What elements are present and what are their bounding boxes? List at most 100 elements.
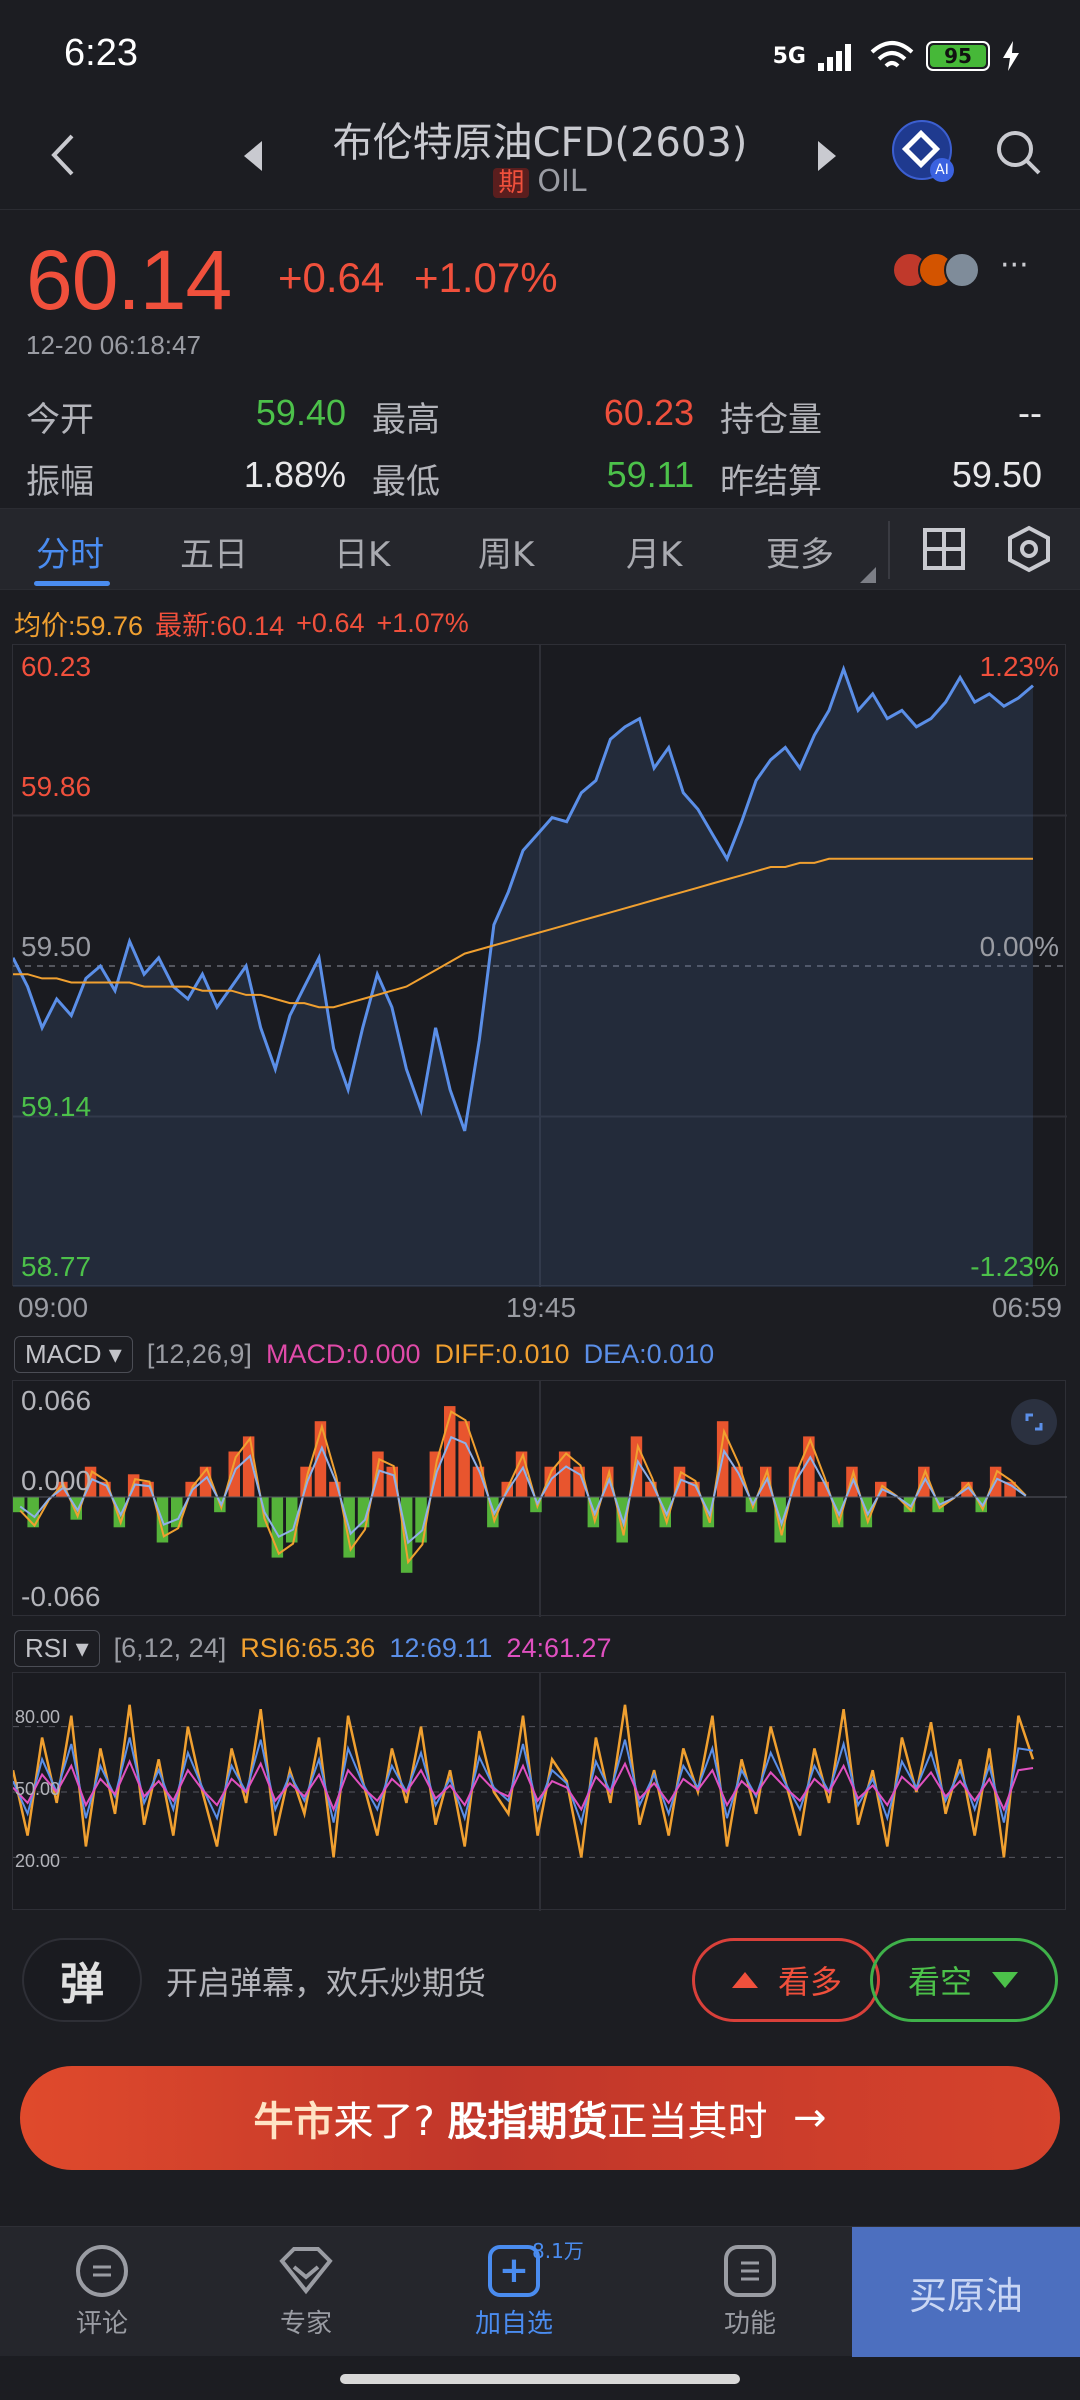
network-label: 5G — [772, 43, 806, 69]
tab-weekly-k[interactable]: 周K — [478, 527, 534, 576]
tab-monthly-k[interactable]: 月K — [626, 527, 682, 576]
rsi6-value: RSI6:65.36 — [240, 1633, 376, 1663]
ai-assistant-icon[interactable]: AI — [892, 120, 954, 182]
battery-icon: 95 — [926, 41, 990, 71]
macd-value: MACD:0.000 — [265, 1339, 421, 1369]
quote-panel: 60.14 +0.64 +1.07% 12-20 06:18:47 ··· 今开… — [0, 212, 1080, 512]
macd-legend: MACD ▾ [12,26,9] MACD:0.000 DIFF:0.010 D… — [14, 1336, 714, 1373]
danmu-prompt[interactable]: 开启弹幕，欢乐炒期货 — [166, 1958, 486, 2004]
y-tick-mid: 59.50 — [21, 931, 92, 962]
ai-badge: AI — [930, 158, 954, 182]
status-time: 6:23 — [64, 32, 138, 74]
home-indicator[interactable] — [340, 2374, 740, 2384]
settings-hex-icon[interactable] — [1006, 525, 1052, 573]
y-right-tick-mid: 0.00% — [979, 931, 1059, 962]
nav-expert[interactable]: 专家 — [226, 2227, 386, 2357]
tab-intraday[interactable]: 分时 — [36, 527, 104, 576]
promo-banner[interactable]: 牛市 来了? 股指期货 正当其时 → — [20, 2066, 1060, 2170]
last-price: 60.14 — [26, 233, 232, 327]
rsi-chart[interactable]: 80.00 50.00 20.00 — [11, 1672, 1067, 1911]
tab-five-day[interactable]: 五日 — [180, 527, 248, 576]
macd-params: [12,26,9] — [146, 1339, 252, 1369]
avatar — [944, 252, 980, 288]
menu-icon — [724, 2244, 776, 2297]
wifi-icon — [870, 41, 914, 68]
tab-more[interactable]: 更多 — [766, 527, 834, 576]
banner-text-4: 正当其时 — [607, 2099, 768, 2145]
nav-add-watchlist[interactable]: + 加自选 8.1万 — [434, 2227, 594, 2357]
status-icons: 5G 95 — [773, 38, 1020, 74]
dropdown-corner-icon — [860, 567, 876, 583]
intraday-chart-svg — [11, 645, 1067, 1287]
stat-value-low: 59.11 — [606, 454, 694, 495]
rsi-indicator-select[interactable]: RSI ▾ — [14, 1630, 100, 1667]
intraday-legend: 均价:59.76 最新:60.14 +0.64 +1.07% — [14, 604, 469, 643]
nav-label-add-watchlist: 加自选 — [474, 2308, 553, 2339]
rsi-legend: RSI ▾ [6,12, 24] RSI6:65.36 12:69.11 24:… — [14, 1630, 612, 1667]
bullish-button[interactable]: 看多 — [692, 1938, 880, 2022]
nav-label-expert: 专家 — [279, 2308, 332, 2339]
bearish-button[interactable]: 看空 — [870, 1938, 1058, 2022]
chart-period-tabs: 分时 五日 日K 周K 月K 更多 — [0, 508, 1080, 590]
bottom-navigation: 评论 专家 + 加自选 8.1万 功能 买原油 — [0, 2226, 1080, 2357]
rsi-y-50: 50.00 — [15, 1779, 61, 1799]
stat-value-high: 60.23 — [603, 392, 694, 433]
layout-grid-icon[interactable] — [922, 527, 966, 571]
header: 布伦特原油CFD(2603) 期 OIL AI — [0, 110, 1080, 210]
stat-value-prev-settle: 59.50 — [951, 454, 1042, 495]
macd-bar — [13, 1497, 25, 1513]
legend-change: +0.64 — [296, 608, 365, 638]
x-tick-start: 09:00 — [18, 1292, 89, 1323]
macd-chart-svg — [13, 1381, 1067, 1617]
more-icon[interactable]: ··· — [1000, 248, 1029, 283]
commenter-avatars[interactable] — [892, 250, 988, 290]
comment-icon — [76, 2244, 128, 2297]
buy-crude-oil-button[interactable]: 买原油 — [852, 2227, 1080, 2357]
macd-y-top: 0.066 — [21, 1385, 92, 1416]
intraday-chart[interactable]: 60.23 59.86 59.50 59.14 58.77 1.23% 0.00… — [11, 644, 1067, 1287]
arrow-right-icon: → — [792, 2095, 827, 2141]
macd-bar — [558, 1451, 571, 1497]
x-tick-mid: 19:45 — [506, 1292, 577, 1323]
y-right-tick-bottom: -1.23% — [970, 1251, 1059, 1282]
macd-y-bottom: -0.066 — [21, 1581, 101, 1612]
search-icon[interactable] — [994, 128, 1044, 178]
nav-label-functions: 功能 — [723, 2308, 776, 2339]
banner-text-3: 股指期货 — [447, 2099, 608, 2145]
latest-price-label: 最新:60.14 — [155, 611, 285, 641]
charging-icon — [1003, 41, 1019, 71]
danmu-toggle-button[interactable]: 弹 — [22, 1938, 142, 2022]
signal-icon — [818, 44, 851, 71]
price-change: +0.64 — [278, 254, 385, 301]
expert-icon — [279, 2246, 333, 2294]
danmu-icon: 弹 — [60, 1959, 104, 2010]
battery-level: 95 — [930, 44, 986, 68]
nav-comment[interactable]: 评论 — [22, 2227, 182, 2357]
next-instrument-icon[interactable] — [812, 138, 842, 174]
expand-icon[interactable] — [1011, 1399, 1057, 1445]
rsi-indicator-name: RSI — [25, 1633, 69, 1663]
macd-chart[interactable]: 0.066 0.000 -0.066 — [12, 1380, 1067, 1617]
stat-label-prev-settle: 昨结算 — [720, 462, 822, 502]
macd-indicator-select[interactable]: MACD ▾ — [14, 1336, 133, 1373]
quote-timestamp: 12-20 06:18:47 — [26, 330, 201, 360]
rsi-params: [6,12, 24] — [113, 1633, 227, 1663]
banner-text-2: 来了? — [333, 2099, 435, 2145]
legend-change-pct: +1.07% — [376, 608, 469, 638]
rsi-chart-svg — [11, 1673, 1067, 1911]
stat-label-open: 今开 — [26, 400, 94, 440]
diff-value: DIFF:0.010 — [434, 1339, 570, 1369]
nav-label-comment: 评论 — [75, 2308, 128, 2339]
rsi-y-20: 20.00 — [15, 1851, 61, 1871]
tab-daily-k[interactable]: 日K — [334, 527, 390, 576]
y-tick-upper: 59.86 — [21, 771, 92, 802]
status-bar: 6:23 5G 95 — [0, 0, 1080, 110]
watchlist-count-badge: 8.1万 — [532, 2239, 584, 2263]
bullish-label: 看多 — [777, 1963, 842, 2001]
y-tick-lower: 59.14 — [21, 1091, 92, 1122]
dea-value: DEA:0.010 — [583, 1339, 715, 1369]
price-change-pct: +1.07% — [414, 254, 558, 301]
nav-functions[interactable]: 功能 — [670, 2227, 830, 2357]
rsi24-value: 24:61.27 — [506, 1633, 612, 1663]
price-area — [13, 669, 1033, 1287]
